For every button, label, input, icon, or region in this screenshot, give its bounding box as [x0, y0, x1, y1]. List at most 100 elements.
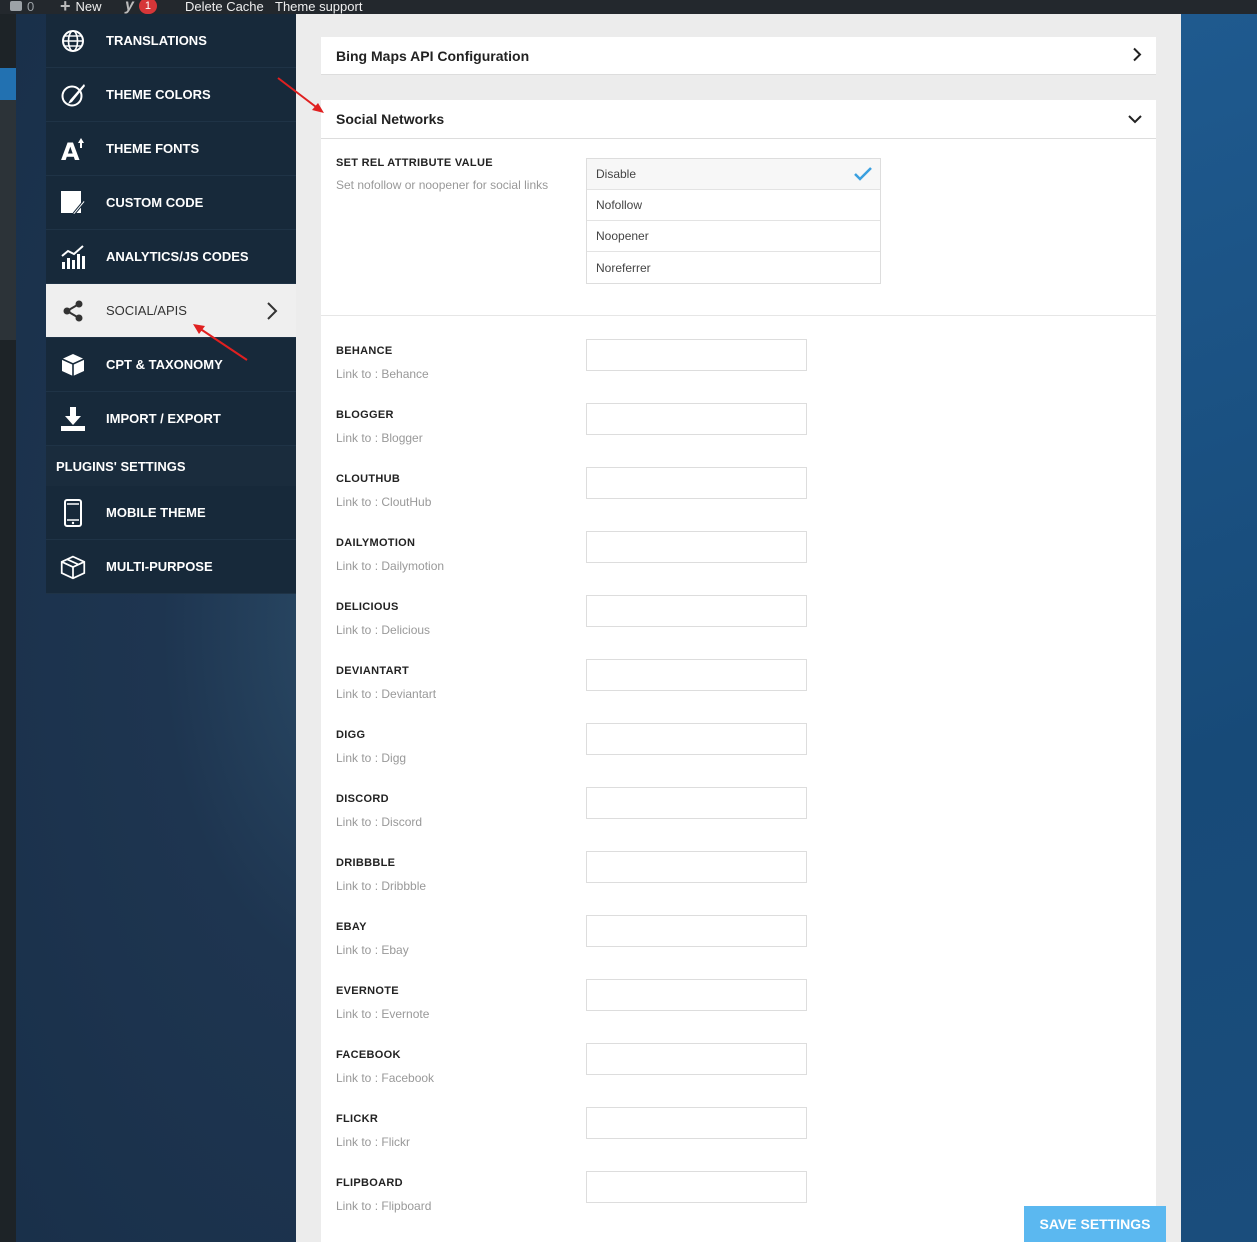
comment-icon	[10, 1, 22, 11]
network-title: FLIPBOARD	[336, 1177, 403, 1189]
chevron-down-icon	[1128, 111, 1142, 127]
sidebar-item-label: THEME COLORS	[106, 87, 211, 102]
save-settings-button[interactable]: SAVE SETTINGS	[1024, 1206, 1166, 1242]
yoast-notification-badge: 1	[138, 0, 158, 14]
network-title: DRIBBBLE	[336, 857, 396, 869]
network-url-input[interactable]	[586, 531, 807, 563]
network-url-input[interactable]	[586, 1171, 807, 1203]
network-title: FACEBOOK	[336, 1049, 401, 1061]
network-url-input[interactable]	[586, 915, 807, 947]
network-url-input[interactable]	[586, 339, 807, 371]
network-title: BEHANCE	[336, 345, 393, 357]
rel-option-label: Nofollow	[596, 198, 643, 212]
rel-option-label: Noreferrer	[596, 260, 651, 275]
yoast-menu[interactable]: y 1	[125, 0, 158, 14]
sidebar-item-theme-fonts[interactable]: A THEME FONTS	[46, 122, 296, 176]
delete-cache-link[interactable]: Delete Cache	[185, 0, 264, 14]
admin-bar: 0 + New y 1 Delete Cache Theme support	[0, 0, 1257, 14]
code-pen-icon	[60, 190, 86, 216]
plus-icon: +	[60, 0, 71, 14]
sidebar-item-label: TRANSLATIONS	[106, 33, 207, 48]
comments-link[interactable]: 0	[10, 0, 34, 14]
network-title: FLICKR	[336, 1113, 379, 1125]
network-desc: Link to : CloutHub	[336, 495, 432, 509]
right-background	[1181, 14, 1257, 1242]
sidebar-item-label: CUSTOM CODE	[106, 195, 204, 210]
rel-option-label: Disable	[596, 167, 637, 181]
network-url-input[interactable]	[586, 787, 807, 819]
network-desc: Link to : Evernote	[336, 1007, 430, 1021]
network-url-input[interactable]	[586, 1107, 807, 1139]
accordion-title: Bing Maps API Configuration	[336, 47, 530, 64]
network-desc: Link to : Facebook	[336, 1071, 435, 1085]
network-url-input[interactable]	[586, 659, 807, 691]
network-desc: Link to : Delicious	[336, 623, 431, 637]
sidebar-item-label: THEME FONTS	[106, 141, 200, 156]
plugins-settings-heading: PLUGINS' SETTINGS	[46, 446, 296, 486]
active-menu-marker	[0, 68, 16, 100]
sidebar-item-mobile-theme[interactable]: MOBILE THEME	[46, 486, 296, 540]
network-url-input[interactable]	[586, 467, 807, 499]
network-url-input[interactable]	[586, 595, 807, 627]
network-url-input[interactable]	[586, 1043, 807, 1075]
accordion-social-networks[interactable]: Social Networks	[321, 100, 1156, 139]
rel-attribute-options: Disable Nofollow Noopener Noreferrer	[586, 158, 881, 284]
paint-brush-icon	[60, 82, 86, 108]
network-desc: Link to : Dribbble	[336, 879, 427, 893]
rel-option-nofollow[interactable]: Nofollow	[587, 190, 880, 221]
network-title: DIGG	[336, 729, 366, 741]
yoast-icon: y	[125, 0, 134, 14]
network-url-input[interactable]	[586, 851, 807, 883]
network-desc: Link to : Dailymotion	[336, 559, 445, 573]
network-desc: Link to : Ebay	[336, 943, 409, 957]
comments-count: 0	[27, 0, 35, 14]
sidebar-item-label: CPT & TAXONOMY	[106, 357, 223, 372]
sidebar-item-theme-colors[interactable]: THEME COLORS	[46, 68, 296, 122]
network-title: DISCORD	[336, 793, 389, 805]
rel-option-noreferrer[interactable]: Noreferrer	[587, 252, 880, 283]
new-content-link[interactable]: + New	[60, 0, 102, 14]
sidebar-item-social-apis[interactable]: SOCIAL/APIS	[46, 284, 296, 338]
social-networks-content: SET REL ATTRIBUTE VALUE Set nofollow or …	[321, 139, 1166, 1242]
rel-attribute-desc: Set nofollow or noopener for social link…	[336, 178, 549, 192]
submenu-area	[0, 100, 16, 340]
sidebar-item-custom-code[interactable]: CUSTOM CODE	[46, 176, 296, 230]
accordion-title: Social Networks	[336, 111, 445, 127]
globe-icon	[60, 28, 86, 54]
delete-cache-label: Delete Cache	[185, 0, 264, 14]
network-title: DAILYMOTION	[336, 537, 416, 549]
sidebar-item-label: MOBILE THEME	[106, 505, 206, 520]
checkmark-icon	[854, 167, 872, 184]
network-desc: Link to : Flipboard	[336, 1199, 432, 1213]
share-icon	[60, 298, 86, 324]
rel-option-disable[interactable]: Disable	[587, 159, 880, 190]
theme-support-link[interactable]: Theme support	[275, 0, 362, 14]
section-divider	[321, 315, 1156, 316]
network-title: CLOUTHUB	[336, 473, 401, 485]
network-url-input[interactable]	[586, 403, 807, 435]
accordion-bing-maps[interactable]: Bing Maps API Configuration	[321, 37, 1156, 75]
network-desc: Link to : Digg	[336, 751, 407, 765]
theme-options-sidebar: TRANSLATIONS THEME COLORS A THEME FONTS …	[46, 14, 296, 594]
settings-main-panel: Bing Maps API Configuration Social Netwo…	[296, 14, 1181, 1242]
theme-support-label: Theme support	[275, 0, 363, 14]
sidebar-item-label: MULTI-PURPOSE	[106, 559, 213, 574]
new-label: New	[75, 0, 102, 14]
sidebar-item-import-export[interactable]: IMPORT / EXPORT	[46, 392, 296, 446]
network-desc: Link to : Blogger	[336, 431, 423, 445]
sidebar-item-analytics[interactable]: ANALYTICS/JS CODES	[46, 230, 296, 284]
font-size-icon: A	[60, 136, 86, 162]
rel-option-noopener[interactable]: Noopener	[587, 221, 880, 252]
network-url-input[interactable]	[586, 979, 807, 1011]
network-title: EBAY	[336, 921, 367, 933]
download-icon	[60, 406, 86, 432]
sidebar-item-cpt-taxonomy[interactable]: CPT & TAXONOMY	[46, 338, 296, 392]
sidebar-item-translations[interactable]: TRANSLATIONS	[46, 14, 296, 68]
wp-admin-menu-strip	[0, 14, 16, 1242]
network-url-input[interactable]	[586, 723, 807, 755]
mobile-icon	[60, 498, 86, 527]
sidebar-item-multi-purpose[interactable]: MULTI-PURPOSE	[46, 540, 296, 594]
rel-option-label: Noopener	[596, 229, 649, 243]
cube-icon	[60, 352, 86, 378]
analytics-chart-icon	[60, 244, 86, 270]
